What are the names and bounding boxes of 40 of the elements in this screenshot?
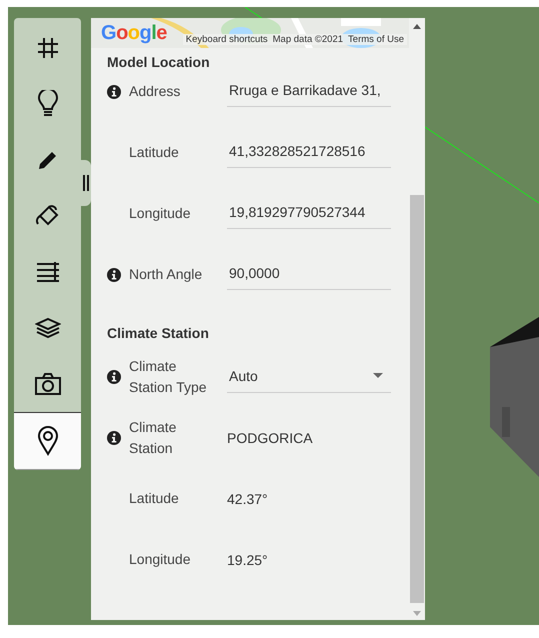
field-value: 19.25° xyxy=(227,552,269,568)
field-label: Latitude xyxy=(129,143,180,162)
map-logo: Google xyxy=(101,22,167,45)
scroll-thumb[interactable] xyxy=(410,195,424,603)
grip-icon xyxy=(83,175,89,191)
location-pin-icon xyxy=(36,426,58,456)
info-icon[interactable] xyxy=(107,84,121,98)
info-icon[interactable] xyxy=(107,268,121,282)
lightbulb-icon xyxy=(36,90,58,118)
section-heading: Model Location xyxy=(107,53,211,72)
map-link[interactable]: Map data ©2021 xyxy=(272,34,344,45)
input-field[interactable]: Rruga e Barrikadave 31, xyxy=(227,75,391,107)
pin-tool[interactable] xyxy=(14,412,81,470)
field-label: Longitude xyxy=(129,204,192,223)
info-icon[interactable] xyxy=(107,370,121,384)
grid-icon xyxy=(36,36,60,60)
input-field[interactable]: 41,332828521728516 xyxy=(227,136,391,168)
field-label: Longitude xyxy=(129,550,192,569)
map-link[interactable]: Terms of Use xyxy=(348,34,404,45)
camera-icon xyxy=(34,372,62,396)
info-icon[interactable] xyxy=(107,430,121,444)
caret-icon xyxy=(373,373,383,378)
field-label: Address xyxy=(129,82,182,101)
input-field[interactable]: 19,819297790527344 xyxy=(227,197,391,229)
layers-icon xyxy=(34,317,60,339)
field-value: PODGORICA xyxy=(227,430,314,446)
lines-icon xyxy=(34,261,60,283)
drag-handle[interactable] xyxy=(81,160,91,206)
field-label: Climate Station Type xyxy=(129,356,208,397)
map-link[interactable]: Keyboard shortcuts xyxy=(186,34,268,45)
dropdown[interactable]: Auto xyxy=(227,360,391,392)
input-field[interactable]: 90,0000 xyxy=(227,258,391,290)
field-label: Latitude xyxy=(129,489,180,508)
field-label: North Angle xyxy=(129,265,204,284)
field-label: Climate Station xyxy=(129,418,178,458)
field-value: 42.37° xyxy=(227,490,269,506)
paint-bucket-icon xyxy=(34,204,60,228)
scroll-up-icon[interactable] xyxy=(413,24,421,29)
section-heading: Climate Station xyxy=(107,324,210,343)
pencil-icon xyxy=(36,149,58,171)
